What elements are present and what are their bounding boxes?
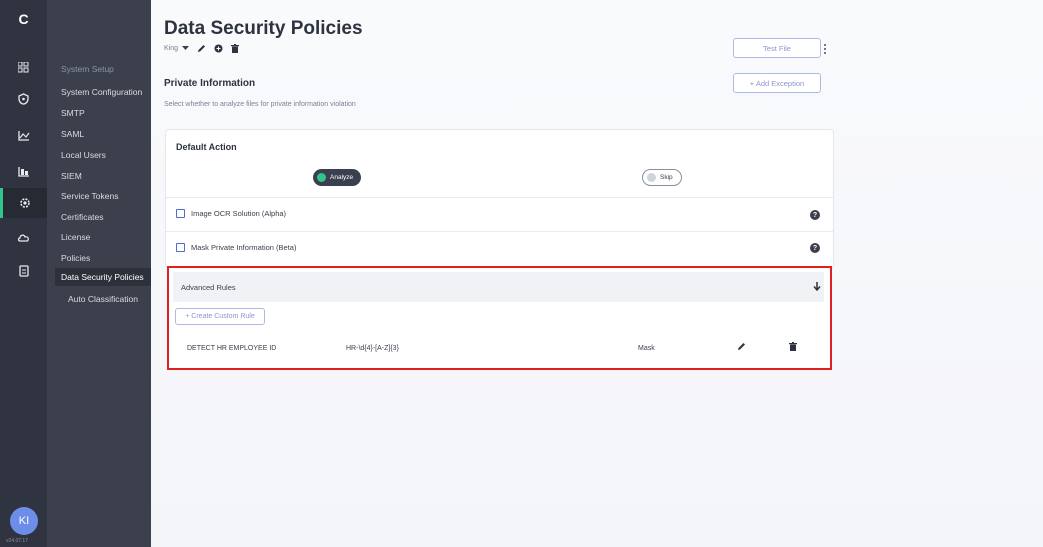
caret-down-icon bbox=[182, 46, 190, 50]
pencil-icon[interactable] bbox=[197, 44, 206, 53]
main-content: Data Security Policies King Test File + … bbox=[151, 0, 1043, 547]
shield-icon[interactable] bbox=[0, 84, 47, 114]
skip-toggle[interactable]: Skip bbox=[642, 169, 682, 186]
rule-name: DETECT HR EMPLOYEE ID bbox=[187, 345, 277, 352]
policy-name: King bbox=[164, 45, 179, 52]
policy-selector[interactable]: King bbox=[164, 45, 190, 52]
trash-icon[interactable] bbox=[231, 44, 240, 53]
submenu-group-label: System Setup bbox=[61, 64, 114, 74]
advanced-rules-title: Advanced Rules bbox=[181, 283, 236, 292]
policy-card: Default Action Analyze Skip Image OCR So… bbox=[165, 129, 834, 269]
option-label: Image OCR Solution (Alpha) bbox=[191, 209, 287, 218]
analyze-toggle[interactable]: Analyze bbox=[313, 169, 362, 186]
submenu-item-license[interactable]: License bbox=[61, 232, 90, 242]
clipboard-icon[interactable] bbox=[0, 256, 47, 286]
submenu-item-service-tokens[interactable]: Service Tokens bbox=[61, 191, 118, 201]
avatar-initials: KI bbox=[18, 515, 30, 527]
settings-icon[interactable] bbox=[0, 188, 47, 218]
add-circle-icon[interactable] bbox=[214, 44, 223, 53]
create-custom-rule-button[interactable]: + Create Custom Rule bbox=[175, 308, 265, 325]
advanced-rules-panel: Advanced Rules + Create Custom Rule DETE… bbox=[167, 266, 832, 370]
submenu-item-saml[interactable]: SAML bbox=[61, 129, 84, 139]
submenu-item-certificates[interactable]: Certificates bbox=[61, 212, 104, 222]
help-icon[interactable]: ? bbox=[810, 243, 820, 253]
help-icon[interactable]: ? bbox=[810, 210, 820, 220]
version-label: v24.07.17 bbox=[6, 538, 28, 544]
divider bbox=[166, 231, 833, 232]
delete-rule-trash-icon[interactable] bbox=[789, 342, 797, 351]
submenu-item-auto-classification[interactable]: Auto Classification bbox=[68, 294, 138, 304]
add-exception-button[interactable]: + Add Exception bbox=[733, 73, 821, 93]
grid-icon[interactable] bbox=[0, 52, 47, 82]
chart-icon[interactable] bbox=[0, 120, 47, 150]
rule-pattern: HR-\d{4}-[A-Z]{3} bbox=[346, 345, 399, 352]
submenu-item-policies[interactable]: Policies bbox=[61, 253, 90, 263]
policy-toolbar: King bbox=[164, 44, 240, 53]
checkbox[interactable] bbox=[176, 243, 185, 252]
default-action-title: Default Action bbox=[176, 142, 237, 152]
submenu-item-local-users[interactable]: Local Users bbox=[61, 150, 106, 160]
submenu-item-system-configuration[interactable]: System Configuration bbox=[61, 87, 142, 97]
section-title: Private Information bbox=[164, 78, 256, 89]
logo-text: C bbox=[18, 11, 29, 27]
skip-label: Skip bbox=[660, 174, 673, 181]
rule-action: Mask bbox=[638, 345, 655, 352]
app-logo[interactable]: C bbox=[0, 4, 47, 34]
analyze-label: Analyze bbox=[330, 174, 354, 181]
toggle-dot-icon bbox=[647, 173, 656, 182]
settings-submenu: System Setup System Configuration SMTP S… bbox=[47, 0, 151, 547]
cloud-icon[interactable] bbox=[0, 222, 47, 252]
toggle-dot-icon bbox=[317, 173, 326, 182]
section-description: Select whether to analyze files for priv… bbox=[164, 101, 356, 108]
checkbox[interactable] bbox=[176, 209, 185, 218]
edit-rule-pencil-icon[interactable] bbox=[737, 342, 746, 351]
option-label: Mask Private Information (Beta) bbox=[191, 243, 297, 252]
arrow-down-icon[interactable] bbox=[813, 281, 821, 291]
test-file-button[interactable]: Test File bbox=[733, 38, 821, 58]
option-row-mask[interactable]: Mask Private Information (Beta) bbox=[176, 243, 296, 252]
icon-sidebar: C KI v24.07.17 bbox=[0, 0, 47, 547]
option-row-ocr[interactable]: Image OCR Solution (Alpha) bbox=[176, 209, 286, 218]
page-title: Data Security Policies bbox=[164, 18, 363, 39]
submenu-item-smtp[interactable]: SMTP bbox=[61, 108, 85, 118]
divider bbox=[166, 197, 833, 198]
more-options-icon[interactable] bbox=[824, 44, 828, 54]
submenu-item-data-security-policies[interactable]: Data Security Policies bbox=[55, 268, 151, 286]
user-avatar[interactable]: KI bbox=[10, 507, 38, 535]
reports-icon[interactable] bbox=[0, 156, 47, 186]
advanced-rules-header[interactable]: Advanced Rules bbox=[173, 272, 824, 302]
submenu-item-siem[interactable]: SIEM bbox=[61, 171, 82, 181]
